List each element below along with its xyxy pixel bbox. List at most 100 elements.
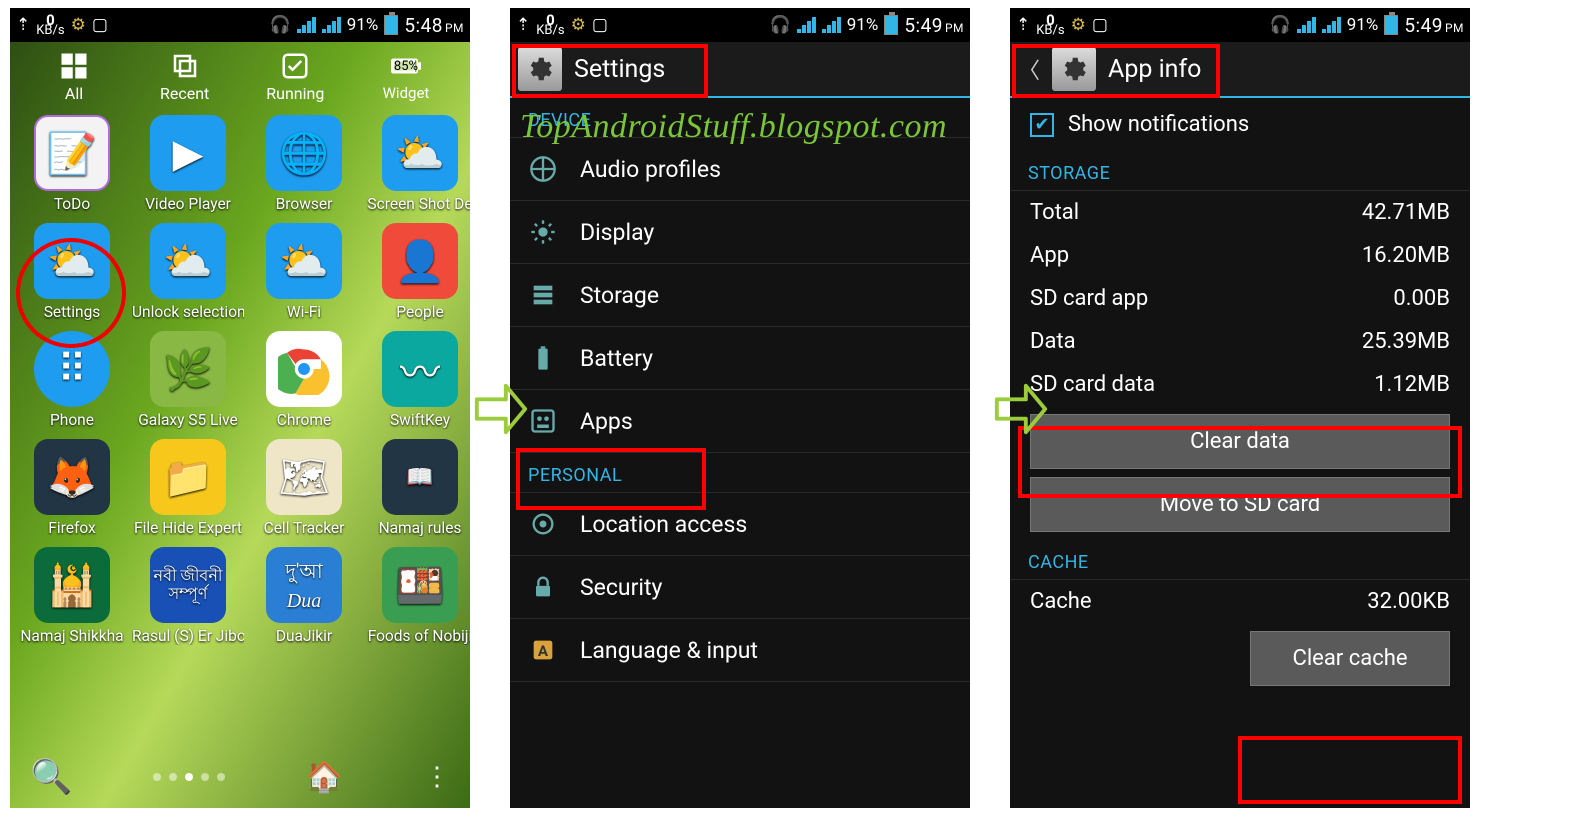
menu-dots-icon[interactable]: ⋮ <box>424 762 450 792</box>
settings-gear-icon[interactable] <box>518 47 562 91</box>
gear-icon: ⚙ <box>71 15 86 35</box>
checkbox-checked-icon[interactable] <box>1030 113 1054 137</box>
settings-gear-icon[interactable] <box>1052 47 1096 91</box>
settings-item-label: Battery <box>580 345 653 372</box>
app-browser[interactable]: 🌐Browser <box>248 115 360 213</box>
phone-app-drawer: ⇡ 0 KB/s ⚙ ▢ 🎧 91% 5:48PM <box>10 8 470 808</box>
tab-running-label: Running <box>245 84 345 103</box>
storage-app-row: App16.20MB <box>1010 234 1470 277</box>
home-icon[interactable]: 🏠 <box>306 760 343 795</box>
app-video-player[interactable]: ▶Video Player <box>132 115 244 213</box>
weather-icon: ⛅ <box>266 223 342 299</box>
globe-icon: 🌐 <box>266 115 342 191</box>
app-rasul[interactable]: নবী জীবনীসম্পূর্ণRasul (S) Er Jibon <box>132 547 244 645</box>
storage-sddata-row: SD card data1.12MB <box>1010 363 1470 406</box>
section-header-storage: STORAGE <box>1010 151 1470 191</box>
move-sd-button[interactable]: Move to SD card <box>1030 477 1450 532</box>
storage-icon <box>528 280 558 310</box>
upload-icon: ⇡ <box>1016 15 1030 35</box>
app-grid: 📝ToDo ▶Video Player 🌐Browser ⛅Screen Sho… <box>10 105 470 645</box>
chrome-icon <box>266 331 342 407</box>
settings-item-display[interactable]: Display <box>510 201 970 264</box>
battery-percent: 91% <box>847 15 879 35</box>
app-cell-tracker[interactable]: 🗺Cell Tracker <box>248 439 360 537</box>
app-settings[interactable]: ⛅Settings <box>16 223 128 321</box>
location-icon <box>528 509 558 539</box>
signal-icon-1 <box>797 17 816 33</box>
app-unlock[interactable]: ⛅Unlock selection <box>132 223 244 321</box>
app-swiftkey[interactable]: 〰SwiftKey <box>364 331 470 429</box>
play-icon: ▶ <box>150 115 226 191</box>
book-icon: 📖 <box>382 439 458 515</box>
settings-item-language[interactable]: A Language & input <box>510 619 970 682</box>
settings-item-storage[interactable]: Storage <box>510 264 970 327</box>
settings-item-label: Language & input <box>580 637 758 664</box>
app-screenshot[interactable]: ⛅Screen Shot De <box>364 115 470 213</box>
app-file-hide[interactable]: 📁File Hide Expert <box>132 439 244 537</box>
search-icon[interactable]: 🔍 <box>30 757 72 797</box>
person-icon: 👤 <box>382 223 458 299</box>
signal-icon-2 <box>1322 17 1341 33</box>
settings-item-location[interactable]: Location access <box>510 493 970 556</box>
battery-icon <box>884 15 898 35</box>
tab-widget-label: Widget <box>356 84 456 102</box>
gear-icon: ⚙ <box>1071 15 1086 35</box>
battery-percent: 91% <box>347 15 379 35</box>
lock-icon <box>528 572 558 602</box>
tab-recent[interactable]: Recent <box>135 48 235 103</box>
app-galaxy-s5[interactable]: 🌿Galaxy S5 Live <box>132 331 244 429</box>
page-title: Settings <box>574 55 665 84</box>
gear-icon: ⚙ <box>571 15 586 35</box>
show-notifications-row[interactable]: Show notifications <box>1010 98 1470 151</box>
settings-item-security[interactable]: Security <box>510 556 970 619</box>
picture-icon: ▢ <box>92 15 108 35</box>
app-namaj-shikkha[interactable]: 🕌Namaj Shikkha <box>16 547 128 645</box>
prayer-icon: 🕌 <box>34 547 110 623</box>
battery-icon <box>384 15 398 35</box>
phone-settings-list: ⇡ 0KB/s ⚙ ▢ 🎧 91% 5:49PM Settings DEVICE… <box>510 8 970 808</box>
swiftkey-icon: 〰 <box>382 331 458 407</box>
cache-row: Cache32.00KB <box>1010 580 1470 623</box>
app-foods[interactable]: 🍱Foods of Nobiji <box>364 547 470 645</box>
settings-item-audio[interactable]: Audio profiles <box>510 138 970 201</box>
signal-icon-1 <box>1297 17 1316 33</box>
apps-icon <box>528 406 558 436</box>
drawer-tabs: All Recent Running 85% Widget <box>10 42 470 105</box>
back-icon[interactable]: 〈 <box>1018 53 1040 85</box>
weather-icon: ⛅ <box>150 223 226 299</box>
tab-all[interactable]: All <box>24 48 124 103</box>
upload-icon: ⇡ <box>16 15 30 35</box>
settings-item-apps[interactable]: Apps <box>510 390 970 453</box>
app-duajikir[interactable]: দু'আDuaDuaJikir <box>248 547 360 645</box>
page-indicator <box>153 773 225 781</box>
network-speed: 0 KB/s <box>36 14 64 36</box>
app-phone[interactable]: ⠿Phone <box>16 331 128 429</box>
app-chrome[interactable]: Chrome <box>248 331 360 429</box>
clock: 5:48PM <box>404 14 464 37</box>
app-todo[interactable]: 📝ToDo <box>16 115 128 213</box>
arrow-right-icon <box>472 380 530 438</box>
map-route-icon: 🗺 <box>266 439 342 515</box>
picture-icon: ▢ <box>592 15 608 35</box>
tab-running[interactable]: Running <box>245 48 345 103</box>
clock: 5:49PM <box>1404 14 1464 37</box>
app-namaj-rules[interactable]: 📖Namaj rules <box>364 439 470 537</box>
weather-icon: ⛅ <box>382 115 458 191</box>
battery-icon <box>528 343 558 373</box>
battery-percent: 91% <box>1347 15 1379 35</box>
audio-icon <box>528 154 558 184</box>
app-wifi[interactable]: ⛅Wi-Fi <box>248 223 360 321</box>
clear-cache-button[interactable]: Clear cache <box>1250 631 1450 686</box>
app-firefox[interactable]: 🦊Firefox <box>16 439 128 537</box>
status-bar: ⇡ 0 KB/s ⚙ ▢ 🎧 91% 5:48PM <box>10 8 470 42</box>
dialer-icon: ⠿ <box>34 331 110 407</box>
wallpaper-icon: 🌿 <box>150 331 226 407</box>
clear-data-button[interactable]: Clear data <box>1030 414 1450 469</box>
storage-sdapp-row: SD card app0.00B <box>1010 277 1470 320</box>
settings-item-battery[interactable]: Battery <box>510 327 970 390</box>
tab-widget[interactable]: 85% Widget <box>356 48 456 103</box>
app-people[interactable]: 👤People <box>364 223 470 321</box>
status-bar: ⇡ 0KB/s ⚙ ▢ 🎧 91% 5:49PM <box>1010 8 1470 42</box>
battery-widget-pct: 85% <box>394 59 418 74</box>
clock: 5:49PM <box>904 14 964 37</box>
